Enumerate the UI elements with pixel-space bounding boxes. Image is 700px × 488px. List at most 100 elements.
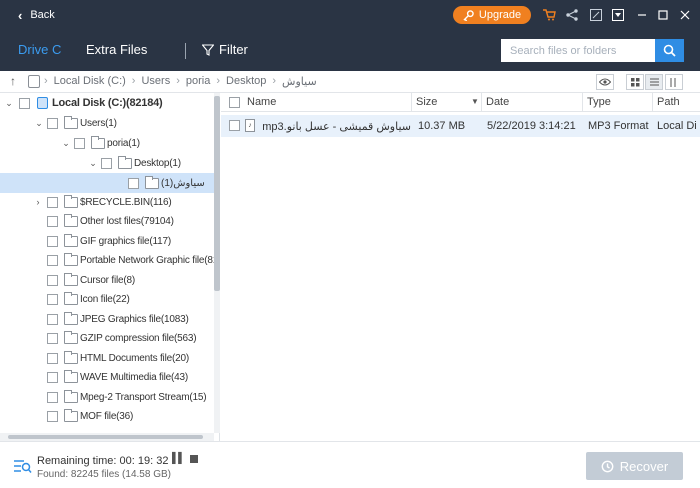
- collapse-icon[interactable]: ⌄: [88, 158, 98, 169]
- filter-icon: [202, 43, 214, 56]
- preview-eye-icon[interactable]: [596, 74, 614, 90]
- column-header-path[interactable]: Path: [657, 96, 680, 108]
- tree-node[interactable]: HTML Documents file(20): [0, 348, 214, 368]
- tree-scroll-thumb[interactable]: [214, 96, 220, 291]
- search-button[interactable]: [655, 39, 684, 62]
- column-divider[interactable]: [652, 93, 653, 112]
- tree-node-poria[interactable]: ⌄ poria(1): [0, 133, 214, 153]
- column-header-date[interactable]: Date: [486, 96, 509, 108]
- expand-icon[interactable]: ›: [33, 197, 43, 207]
- stop-icon[interactable]: [190, 455, 198, 463]
- sort-down-icon[interactable]: ▼: [471, 97, 479, 106]
- checkbox[interactable]: [74, 137, 85, 149]
- tree-label: سیاوش(1): [161, 177, 205, 189]
- tree-label: Mpeg-2 Transport Stream(15): [80, 391, 207, 403]
- breadcrumb-item[interactable]: سیاوش: [282, 75, 317, 88]
- tree-node[interactable]: MOF file(36): [0, 406, 214, 426]
- breadcrumb-item[interactable]: Users: [141, 75, 170, 88]
- checkbox[interactable]: [47, 117, 58, 129]
- tree-node[interactable]: GZIP compression file(563): [0, 328, 214, 348]
- recover-icon: [601, 460, 614, 472]
- tree-label: WAVE Multimedia file(43): [80, 371, 189, 383]
- row-checkbox[interactable]: [229, 120, 240, 131]
- tab-drive-c[interactable]: Drive C: [18, 42, 61, 57]
- upgrade-button[interactable]: Upgrade: [453, 6, 531, 24]
- tree-node-siavash[interactable]: سیاوش(1): [0, 173, 214, 193]
- checkbox[interactable]: [128, 177, 139, 189]
- checkbox[interactable]: [47, 391, 58, 403]
- tree-node[interactable]: Other lost files(79104): [0, 211, 214, 231]
- back-button[interactable]: ‹ Back: [18, 0, 55, 30]
- scan-icon: [14, 460, 32, 473]
- tree-hscroll-thumb[interactable]: [8, 435, 203, 439]
- share-icon[interactable]: [564, 7, 580, 23]
- minimize-icon[interactable]: [634, 7, 650, 23]
- cart-icon[interactable]: [541, 7, 557, 23]
- checkbox[interactable]: [47, 254, 58, 266]
- checkbox[interactable]: [47, 235, 58, 247]
- folder-icon: [64, 233, 78, 247]
- filter-button[interactable]: Filter: [202, 42, 248, 57]
- audio-file-icon: ♪: [245, 119, 255, 132]
- checkbox[interactable]: [47, 293, 58, 305]
- folder-icon: [64, 330, 78, 344]
- drive-icon: [28, 75, 40, 88]
- tree-node-users[interactable]: ⌄ Users(1): [0, 113, 214, 133]
- cell-path: Local Di: [657, 120, 697, 132]
- breadcrumb-item[interactable]: Local Disk (C:): [54, 75, 126, 88]
- back-label: Back: [30, 9, 55, 21]
- checkbox[interactable]: [101, 157, 112, 169]
- breadcrumb-item[interactable]: poria: [186, 75, 210, 88]
- column-header-size[interactable]: Size: [416, 96, 437, 108]
- grid-view-icon[interactable]: [626, 74, 644, 90]
- tree-node-recycle-bin[interactable]: › $RECYCLE.BIN(116): [0, 192, 214, 212]
- tree-node[interactable]: Mpeg-2 Transport Stream(15): [0, 387, 214, 407]
- checkbox[interactable]: [47, 196, 58, 208]
- column-header-type[interactable]: Type: [587, 96, 611, 108]
- menu-icon[interactable]: [610, 7, 626, 23]
- list-view-icon[interactable]: [645, 74, 663, 90]
- collapse-icon[interactable]: ⌄: [34, 118, 44, 129]
- detail-view-icon[interactable]: [665, 74, 683, 90]
- folder-icon: [64, 369, 78, 383]
- up-arrow-icon[interactable]: ↑: [10, 74, 16, 88]
- collapse-icon[interactable]: ⌄: [61, 138, 71, 149]
- tab-extra-files[interactable]: Extra Files: [86, 42, 147, 57]
- column-header-name[interactable]: Name: [247, 96, 276, 108]
- folder-icon: [118, 155, 132, 169]
- checkbox[interactable]: [47, 371, 58, 383]
- breadcrumb-item[interactable]: Desktop: [226, 75, 266, 88]
- recover-button[interactable]: Recover: [586, 452, 683, 480]
- collapse-icon[interactable]: ⌄: [4, 98, 14, 109]
- recover-label: Recover: [619, 458, 669, 474]
- column-divider[interactable]: [411, 93, 412, 112]
- checkbox[interactable]: [47, 410, 58, 422]
- tree-node[interactable]: Icon file(22): [0, 289, 214, 309]
- tree-node[interactable]: Portable Network Graphic file(819): [0, 250, 219, 270]
- tree-node-root[interactable]: ⌄ Local Disk (C:)(82184): [0, 93, 214, 113]
- table-header: Name Size ▼ Date Type Path: [221, 93, 700, 112]
- maximize-icon[interactable]: [655, 7, 671, 23]
- cell-size: 10.37 MB: [418, 120, 466, 132]
- feedback-icon[interactable]: [588, 7, 604, 23]
- pause-icon[interactable]: ▌▌: [172, 453, 185, 464]
- tree-node[interactable]: WAVE Multimedia file(43): [0, 367, 214, 387]
- checkbox[interactable]: [19, 97, 30, 109]
- select-all-checkbox[interactable]: [229, 97, 240, 108]
- checkbox[interactable]: [47, 274, 58, 286]
- checkbox[interactable]: [47, 215, 58, 227]
- tree-label: GZIP compression file(563): [80, 332, 197, 344]
- tree-node-desktop[interactable]: ⌄ Desktop(1): [0, 153, 214, 173]
- close-icon[interactable]: [677, 7, 693, 23]
- tree-node[interactable]: JPEG Graphics file(1083): [0, 309, 214, 329]
- checkbox[interactable]: [47, 352, 58, 364]
- column-divider[interactable]: [582, 93, 583, 112]
- checkbox[interactable]: [47, 313, 58, 325]
- search-input[interactable]: [501, 39, 655, 62]
- table-row[interactable]: ♪ سیاوش قمیشی - عسل بانو.mp3 10.37 MB 5/…: [221, 115, 700, 137]
- column-divider[interactable]: [481, 93, 482, 112]
- tree-node[interactable]: Cursor file(8): [0, 270, 214, 290]
- breadcrumb: › Local Disk (C:) › Users › poria › Desk…: [44, 75, 317, 88]
- checkbox[interactable]: [47, 332, 58, 344]
- tree-node[interactable]: GIF graphics file(117): [0, 231, 214, 251]
